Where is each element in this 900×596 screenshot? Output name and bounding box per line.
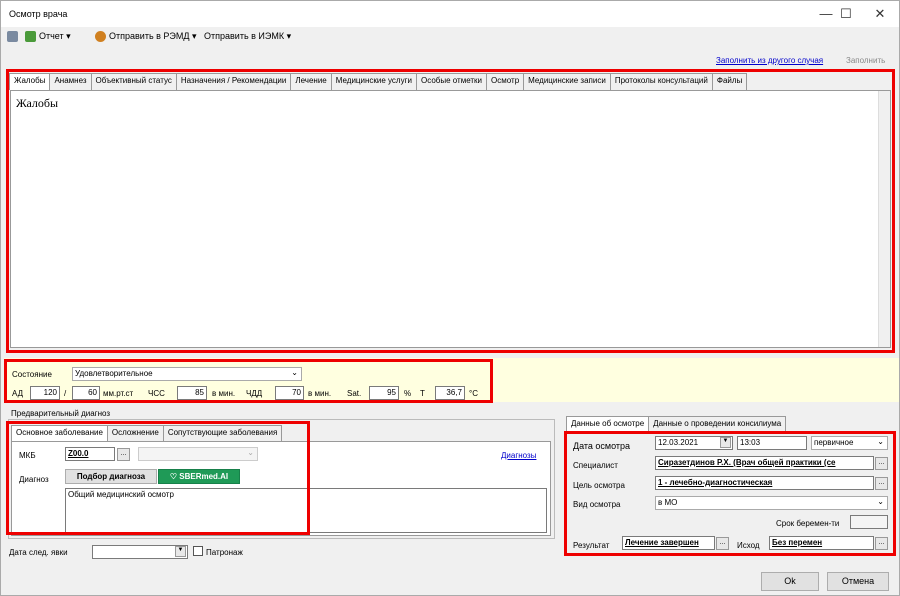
next-visit-label: Дата след. явки [9, 548, 68, 557]
window: Осмотр врача — ☐ ✕ Отчет ▾ Отправить в Р… [0, 0, 900, 596]
save-icon [7, 31, 18, 42]
next-visit-date-input[interactable]: ▼ [92, 545, 188, 559]
temperature-unit: °C [469, 389, 478, 398]
rr-input[interactable]: 70 [275, 386, 304, 400]
report-label: Отчет ▾ [39, 31, 71, 41]
temperature-label: T [420, 389, 425, 398]
sat-input[interactable]: 95 [369, 386, 399, 400]
window-title: Осмотр врача [9, 9, 68, 19]
title-bar: Осмотр врача — ☐ ✕ [1, 1, 899, 27]
remd-icon [95, 31, 106, 42]
hr-input[interactable]: 85 [177, 386, 207, 400]
complaints-highlight [6, 69, 895, 353]
report-button[interactable]: Отчет ▾ [25, 31, 71, 42]
send-iemk-button[interactable]: Отправить в ИЭМК ▾ [204, 31, 291, 42]
send-remd-label: Отправить в РЭМД ▾ [109, 31, 197, 41]
calendar-dropdown-icon[interactable]: ▼ [175, 546, 186, 557]
ad-systolic-input[interactable]: 120 [30, 386, 60, 400]
ad-label: АД [12, 389, 24, 398]
ok-button[interactable]: Ok [761, 572, 819, 591]
state-value: Удовлетворительное [75, 369, 153, 378]
diagnosis-highlight [6, 421, 310, 535]
close-button[interactable]: ✕ [861, 4, 899, 24]
send-iemk-label: Отправить в ИЭМК ▾ [204, 31, 292, 41]
rr-unit: в мин. [308, 389, 332, 398]
patronage-label: Патронаж [206, 548, 243, 557]
sat-label: Sat. [347, 389, 362, 398]
chevron-down-icon: ⌄ [291, 368, 298, 377]
state-label: Состояние [12, 370, 52, 379]
maximize-button[interactable]: ☐ [827, 4, 865, 24]
hr-unit: в мин. [212, 389, 236, 398]
exam-highlight [564, 431, 896, 556]
toolbar: Отчет ▾ Отправить в РЭМД ▾ Отправить в И… [1, 27, 899, 49]
ad-diastolic-input[interactable]: 60 [72, 386, 100, 400]
fill-from-other-link[interactable]: Заполнить из другого случая [716, 56, 823, 65]
sat-unit: % [404, 389, 412, 398]
fill-button[interactable]: Заполнить [846, 56, 885, 65]
diagnosis-group-title: Предварительный диагноз [11, 409, 111, 418]
patronage-checkbox[interactable] [193, 546, 203, 556]
save-button[interactable] [7, 31, 18, 42]
report-icon [25, 31, 36, 42]
diagnoses-link[interactable]: Диагнозы [501, 451, 536, 460]
state-select[interactable]: Удовлетворительное ⌄ [72, 367, 302, 381]
ad-unit: мм.рт.ст [103, 389, 134, 398]
ad-slash: / [64, 389, 67, 398]
send-remd-button[interactable]: Отправить в РЭМД ▾ [95, 31, 197, 42]
hr-label: ЧСС [148, 389, 165, 398]
cancel-button[interactable]: Отмена [827, 572, 889, 591]
temperature-input[interactable]: 36,7 [435, 386, 465, 400]
rr-label: ЧДД [246, 389, 263, 398]
